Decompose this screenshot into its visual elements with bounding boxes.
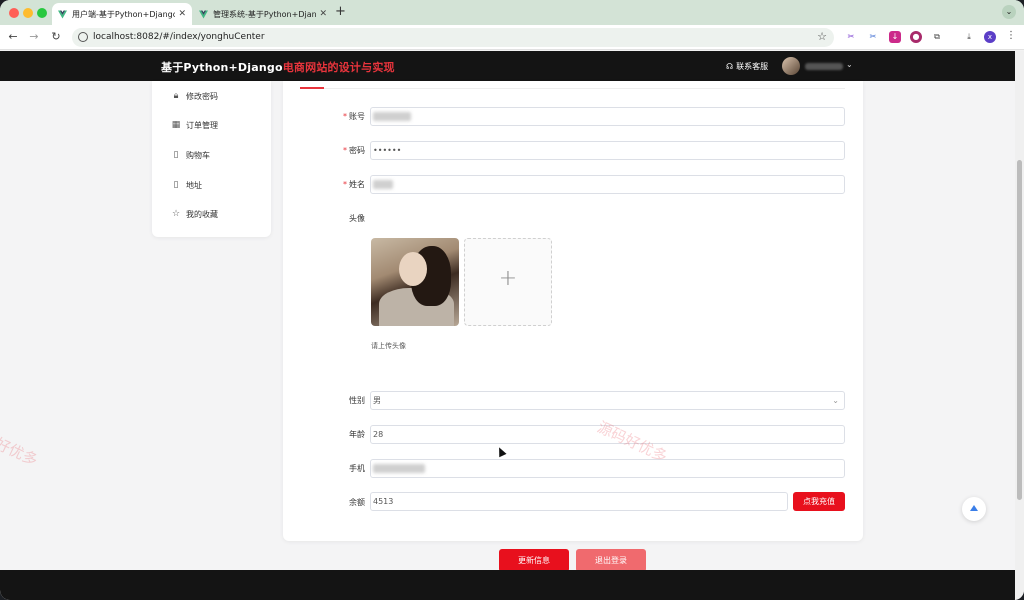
update-info-button[interactable]: 更新信息 [499,549,569,572]
address-bar[interactable]: localhost:8082/#/index/yonghuCenter ☆ [72,28,834,47]
user-center-sidebar: 🔒︎ 修改密码 ▦ 订单管理 ▯ 购物车 ▯ 地址 ☆ 我的收藏 [152,81,271,237]
forward-arrow-icon[interactable]: → [27,30,41,43]
url-text: localhost:8082/#/index/yonghuCenter [93,32,265,42]
extension-scissors-icon[interactable]: ✂ [845,31,857,43]
page-viewport: 基于Python+Django电商网站的设计与实现 ☊ 联系客服 ⌄ 🔒︎ 修改… [0,51,1015,600]
grid-icon: ▦ [171,120,181,130]
site-title-part2: 电商网站的设计与实现 [282,61,395,74]
name-input[interactable] [370,175,845,194]
tab-search-icon[interactable]: ⌄ [1002,5,1016,19]
sidebar-item-address[interactable]: ▯ 地址 [171,178,202,192]
avatar-image[interactable] [371,238,459,326]
site-title-part1: 基于Python+Django [161,61,283,74]
sidebar-item-label: 订单管理 [186,120,218,130]
account-value-blurred [373,112,411,121]
extension-download-icon[interactable]: ↓ [889,31,901,43]
reload-icon[interactable]: ↻ [49,30,63,43]
tab-strip: 用户端-基于Python+Django电 ✕ 管理系统-基于Python+Dja… [0,0,1024,25]
age-label: 年龄 [349,430,365,439]
contact-support-label: 联系客服 [736,62,769,71]
tab-divider [300,88,845,89]
tab-close-icon[interactable]: ✕ [178,9,186,19]
plus-icon: + [498,266,518,291]
headset-icon: ☊ [726,62,734,71]
minimize-window-button[interactable] [23,8,33,18]
browser-toolbar: ← → ↻ localhost:8082/#/index/yonghuCente… [0,25,1024,50]
sidebar-item-label: 地址 [186,180,202,190]
site-header: 基于Python+Django电商网站的设计与实现 ☊ 联系客服 ⌄ [0,51,1015,81]
watermark: 好优多 [0,434,41,470]
bookmark-icon: ▯ [173,150,179,160]
browser-menu-icon[interactable]: ⋮ [1006,30,1016,41]
star-icon: ☆ [171,209,181,219]
phone-label: 手机 [349,464,365,473]
browser-window: 用户端-基于Python+Django电 ✕ 管理系统-基于Python+Dja… [0,0,1024,600]
recharge-button[interactable]: 点我充值 [793,492,845,511]
name-value-blurred [373,180,393,189]
extension-agent-icon[interactable]: ● [910,31,922,43]
site-info-icon[interactable] [78,32,88,42]
sidebar-item-label: 修改密码 [186,91,218,101]
sidebar-item-label: 购物车 [186,150,210,160]
sidebar-item-cart[interactable]: ▯ 购物车 [171,148,210,162]
extensions-puzzle-icon[interactable]: ⧉ [931,31,943,43]
gender-value: 男 [373,396,381,405]
age-value: 28 [373,430,384,439]
arrow-up-icon [970,505,978,511]
contact-support-link[interactable]: ☊ 联系客服 [726,61,768,72]
profile-form-card: * 账号 * 密码 •••••• * 姓名 头像 + 请上传头像 性别 男 ⌄ 年龄 [283,81,863,572]
site-footer [0,570,1015,600]
name-label: * 姓名 [343,180,365,189]
balance-value: 4513 [373,497,394,506]
balance-input[interactable]: 4513 [370,492,788,511]
bookmark-star-icon[interactable]: ☆ [817,30,827,43]
page-scrollbar-thumb[interactable] [1017,160,1022,500]
downloads-icon[interactable]: ⤓ [963,31,975,43]
tab-user-site[interactable]: 用户端-基于Python+Django电 ✕ [52,3,192,25]
sidebar-item-orders[interactable]: ▦ 订单管理 [171,118,218,132]
user-name-blurred[interactable] [805,63,843,70]
new-tab-button[interactable]: + [335,4,346,19]
sidebar-item-change-password[interactable]: 🔒︎ 修改密码 [171,89,218,103]
avatar-label: 头像 [349,214,365,223]
tab-title: 管理系统-基于Python+Django [213,9,317,19]
account-label: * 账号 [343,112,365,121]
back-arrow-icon[interactable]: ← [6,30,20,43]
site-title: 基于Python+Django电商网站的设计与实现 [161,59,395,75]
tab-title: 用户端-基于Python+Django电 [72,9,176,19]
active-tab-indicator [300,87,324,89]
avatar-upload-hint: 请上传头像 [371,342,406,350]
password-label: * 密码 [343,146,365,155]
sidebar-item-label: 我的收藏 [186,209,218,219]
vue-logo-icon [58,9,67,19]
vue-logo-icon [199,9,208,19]
chevron-down-icon: ⌄ [832,396,839,405]
maximize-window-button[interactable] [37,8,47,18]
account-input[interactable] [370,107,845,126]
phone-value-blurred [373,464,425,473]
chevron-down-icon[interactable]: ⌄ [846,60,853,69]
logout-button[interactable]: 退出登录 [576,549,646,572]
bookmark-icon: ▯ [173,180,179,190]
back-to-top-button[interactable] [962,497,986,521]
close-window-button[interactable] [9,8,19,18]
balance-label: 余额 [349,498,365,507]
extension-cut-icon[interactable]: ✂ [867,31,879,43]
user-avatar[interactable] [782,57,800,75]
sidebar-item-favorites[interactable]: ☆ 我的收藏 [171,207,218,221]
password-value: •••••• [373,146,402,155]
age-input[interactable]: 28 [370,425,845,444]
gender-label: 性别 [349,396,365,405]
password-input[interactable]: •••••• [370,141,845,160]
avatar-upload-button[interactable]: + [464,238,552,326]
tab-admin-site[interactable]: 管理系统-基于Python+Django ✕ [193,3,333,25]
lock-icon: 🔒︎ [173,91,179,101]
phone-input[interactable] [370,459,845,478]
gender-select[interactable]: 男 ⌄ [370,391,845,410]
profile-avatar-icon[interactable]: x [984,31,996,43]
tab-close-icon[interactable]: ✕ [319,9,327,19]
